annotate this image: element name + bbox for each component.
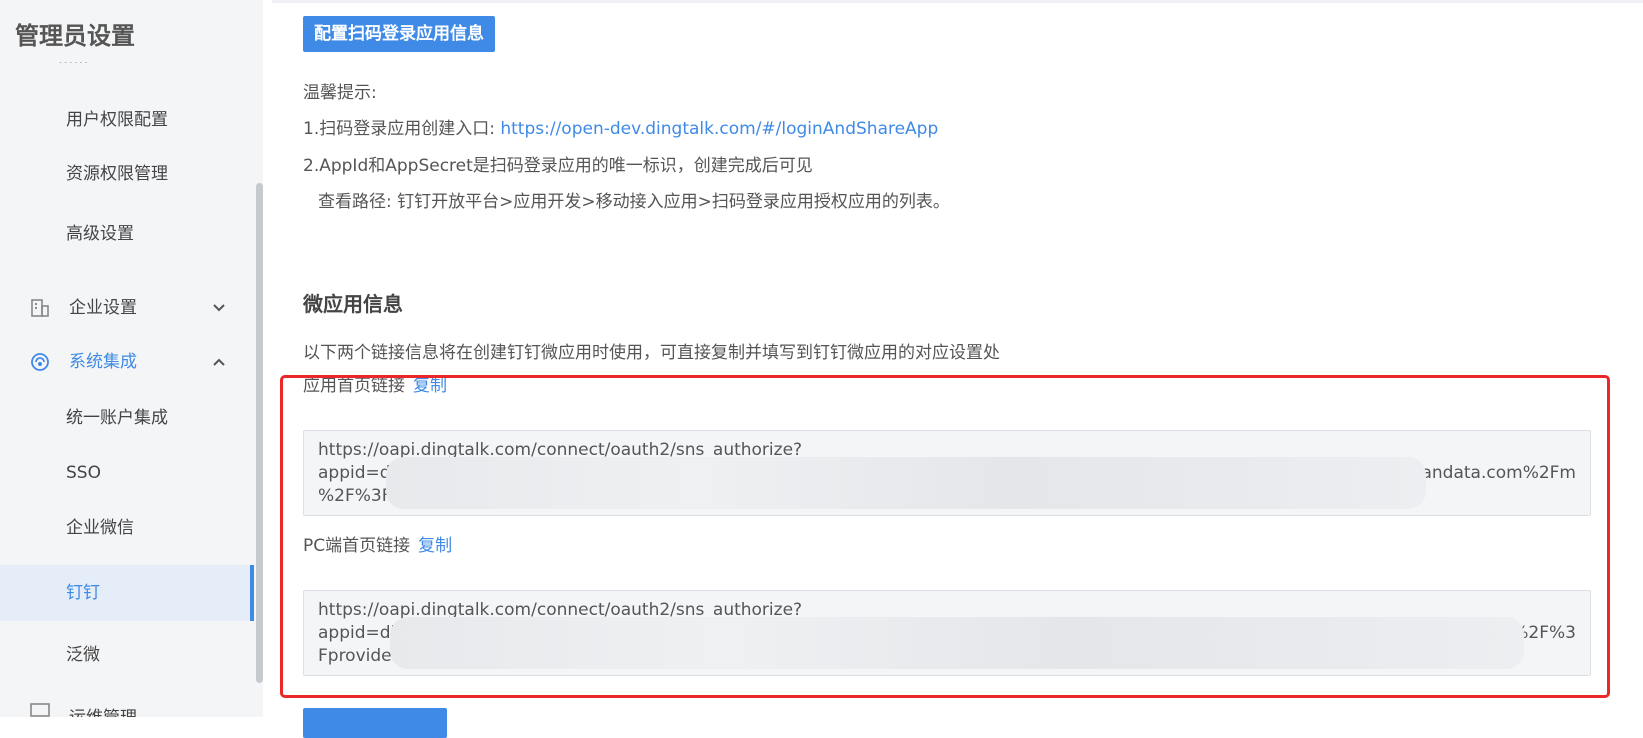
micro-app-title: 微应用信息 (303, 292, 403, 316)
sidebar-clipped-item: ······ (0, 62, 250, 74)
micro-app-description: 以下两个链接信息将在创建钉钉微应用时使用，可直接复制并填写到钉钉微应用的对应设置… (303, 343, 1000, 363)
top-divider (272, 0, 1643, 3)
config-scan-login-button[interactable]: 配置扫码登录应用信息 (303, 16, 495, 52)
bottom-primary-button[interactable] (303, 708, 447, 738)
home-link-copy-button[interactable]: 复制 (413, 376, 447, 396)
home-link-label: 应用首页链接 (303, 376, 405, 396)
building-icon (30, 280, 50, 336)
chevron-up-icon (212, 334, 226, 390)
tips-line-2: 2.AppId和AppSecret是扫码登录应用的唯一标识，创建完成后可见 (303, 156, 813, 176)
integration-icon (30, 334, 50, 390)
dingtalk-create-link[interactable]: https://open-dev.dingtalk.com/#/loginAnd… (500, 119, 938, 139)
sidebar-item-advanced-settings[interactable]: 高级设置 (0, 206, 254, 262)
sidebar-item-unified-account[interactable]: 统一账户集成 (0, 390, 254, 446)
sidebar-item-fanwei[interactable]: 泛微 (0, 627, 254, 683)
redacted-blur (390, 617, 1524, 669)
sidebar-item-user-permissions[interactable]: 用户权限配置 (0, 92, 254, 148)
pc-link-label: PC端首页链接 (303, 536, 411, 556)
sidebar-item-wecom[interactable]: 企业微信 (0, 500, 254, 556)
sidebar-item-sso[interactable]: SSO (0, 445, 254, 501)
tips-heading: 温馨提示: (303, 83, 377, 103)
monitor-icon (30, 703, 50, 717)
sidebar-item-ops-management[interactable]: 运维管理 (30, 700, 260, 717)
pc-link-field: PC端首页链接 复制 (303, 531, 452, 556)
redacted-blur (386, 457, 1426, 509)
sidebar-title: 管理员设置 (15, 22, 135, 50)
pc-link-copy-button[interactable]: 复制 (418, 536, 452, 556)
home-link-textarea[interactable]: https://oapi.dingtalk.com/connect/oauth2… (303, 430, 1591, 516)
tips-line-3: 查看路径: 钉钉开放平台>应用开发>移动接入应用>扫码登录应用授权应用的列表。 (318, 192, 950, 212)
tips-line-1: 1.扫码登录应用创建入口: https://open-dev.dingtalk.… (303, 119, 939, 139)
sidebar-item-system-integration[interactable]: 系统集成 (0, 334, 254, 390)
pc-link-textarea[interactable]: https://oapi.dingtalk.com/connect/oauth2… (303, 590, 1591, 676)
sidebar-item-resource-permissions[interactable]: 资源权限管理 (0, 146, 254, 202)
home-link-field: 应用首页链接 复制 (303, 371, 447, 396)
sidebar-item-dingtalk[interactable]: 钉钉 (0, 565, 254, 621)
sidebar-item-enterprise-settings[interactable]: 企业设置 (0, 280, 254, 336)
sidebar-scrollbar[interactable] (256, 183, 263, 683)
main-content: 配置扫码登录应用信息 温馨提示: 1.扫码登录应用创建入口: https://o… (272, 0, 1643, 738)
sidebar: 管理员设置 ······ 用户权限配置 资源权限管理 高级设置 企业设置 系统集… (0, 0, 263, 717)
chevron-down-icon (212, 280, 226, 336)
